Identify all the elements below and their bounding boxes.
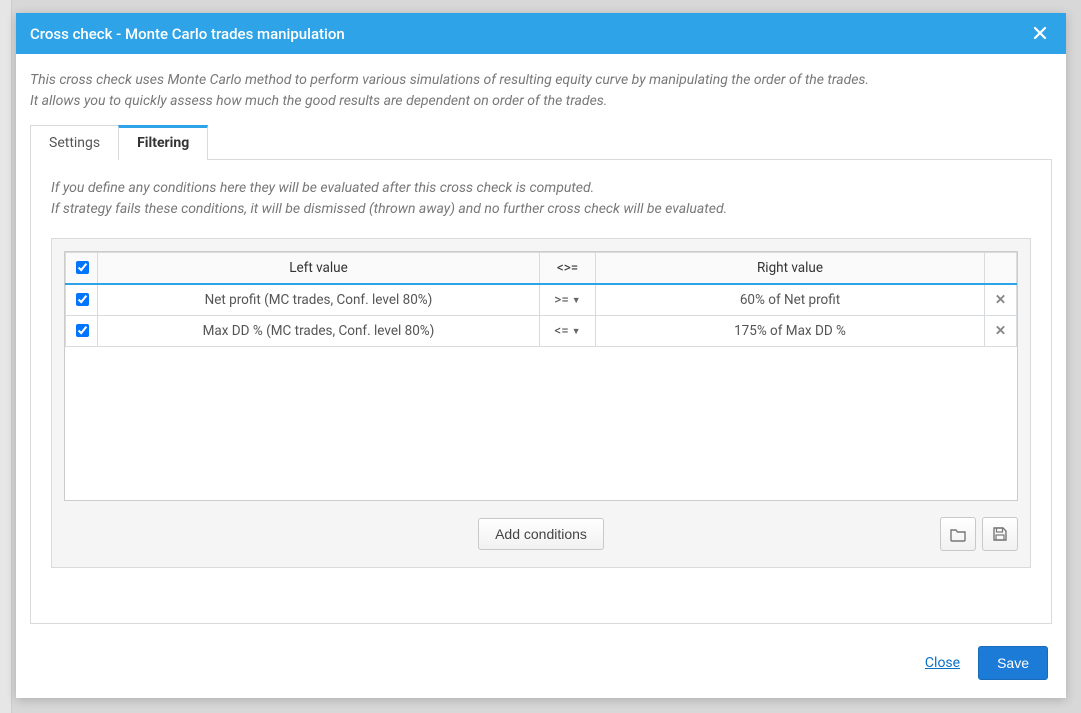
filtering-desc-line-2: If strategy fails these conditions, it w… — [51, 199, 1031, 220]
close-link[interactable]: Close — [925, 655, 960, 671]
conditions-toolbar: Add conditions — [52, 501, 1030, 567]
filtering-desc-line-1: If you define any conditions here they w… — [51, 178, 1031, 199]
desc-line-2: It allows you to quickly assess how much… — [30, 91, 1052, 112]
operator-cell[interactable]: >= ▼ — [540, 284, 596, 316]
add-conditions-button[interactable]: Add conditions — [478, 518, 604, 550]
chevron-down-icon: ▼ — [572, 326, 581, 337]
header-left-value: Left value — [98, 253, 540, 285]
right-value-cell[interactable]: 175% of Max DD % — [596, 316, 985, 347]
tab-panel-filtering: If you define any conditions here they w… — [30, 159, 1052, 624]
modal-dialog: Cross check - Monte Carlo trades manipul… — [16, 13, 1066, 698]
header-checkbox[interactable] — [76, 261, 89, 274]
tab-bar: Settings Filtering — [30, 124, 1052, 159]
header-right-value: Right value — [596, 253, 985, 285]
left-value-cell[interactable]: Net profit (MC trades, Conf. level 80%) — [98, 284, 540, 316]
tab-filtering[interactable]: Filtering — [118, 125, 208, 160]
header-delete — [985, 253, 1017, 285]
header-operator: <>= — [540, 253, 596, 285]
save-conditions-button[interactable] — [982, 517, 1018, 551]
table-row: Net profit (MC trades, Conf. level 80%) … — [66, 284, 1017, 316]
conditions-table-wrap: Left value <>= Right value Net profit (M… — [64, 251, 1018, 501]
save-button[interactable]: Save — [978, 646, 1048, 680]
right-value-cell[interactable]: 60% of Net profit — [596, 284, 985, 316]
left-value-cell[interactable]: Max DD % (MC trades, Conf. level 80%) — [98, 316, 540, 347]
folder-icon — [950, 527, 967, 542]
delete-row-icon[interactable]: ✕ — [995, 323, 1006, 339]
save-icon — [992, 526, 1008, 542]
desc-line-1: This cross check uses Monte Carlo method… — [30, 70, 1052, 91]
table-header-row: Left value <>= Right value — [66, 253, 1017, 285]
table-row: Max DD % (MC trades, Conf. level 80%) <=… — [66, 316, 1017, 347]
operator-cell[interactable]: <= ▼ — [540, 316, 596, 347]
row-checkbox[interactable] — [76, 324, 89, 337]
chevron-down-icon: ▼ — [572, 295, 581, 306]
row-checkbox[interactable] — [76, 293, 89, 306]
header-checkbox-cell — [66, 253, 98, 285]
modal-title: Cross check - Monte Carlo trades manipul… — [30, 25, 1028, 43]
operator-value: >= — [554, 292, 568, 308]
modal-body: This cross check uses Monte Carlo method… — [16, 54, 1066, 634]
conditions-box: Left value <>= Right value Net profit (M… — [51, 238, 1031, 568]
conditions-table: Left value <>= Right value Net profit (M… — [65, 252, 1017, 347]
operator-value: <= — [554, 323, 568, 339]
tab-settings[interactable]: Settings — [30, 125, 119, 160]
load-button[interactable] — [940, 517, 976, 551]
filtering-description: If you define any conditions here they w… — [51, 178, 1031, 220]
modal-description: This cross check uses Monte Carlo method… — [30, 70, 1052, 112]
close-icon[interactable] — [1028, 24, 1052, 44]
modal-header: Cross check - Monte Carlo trades manipul… — [16, 13, 1066, 54]
delete-row-icon[interactable]: ✕ — [995, 292, 1006, 308]
modal-footer: Close Save — [16, 634, 1066, 698]
